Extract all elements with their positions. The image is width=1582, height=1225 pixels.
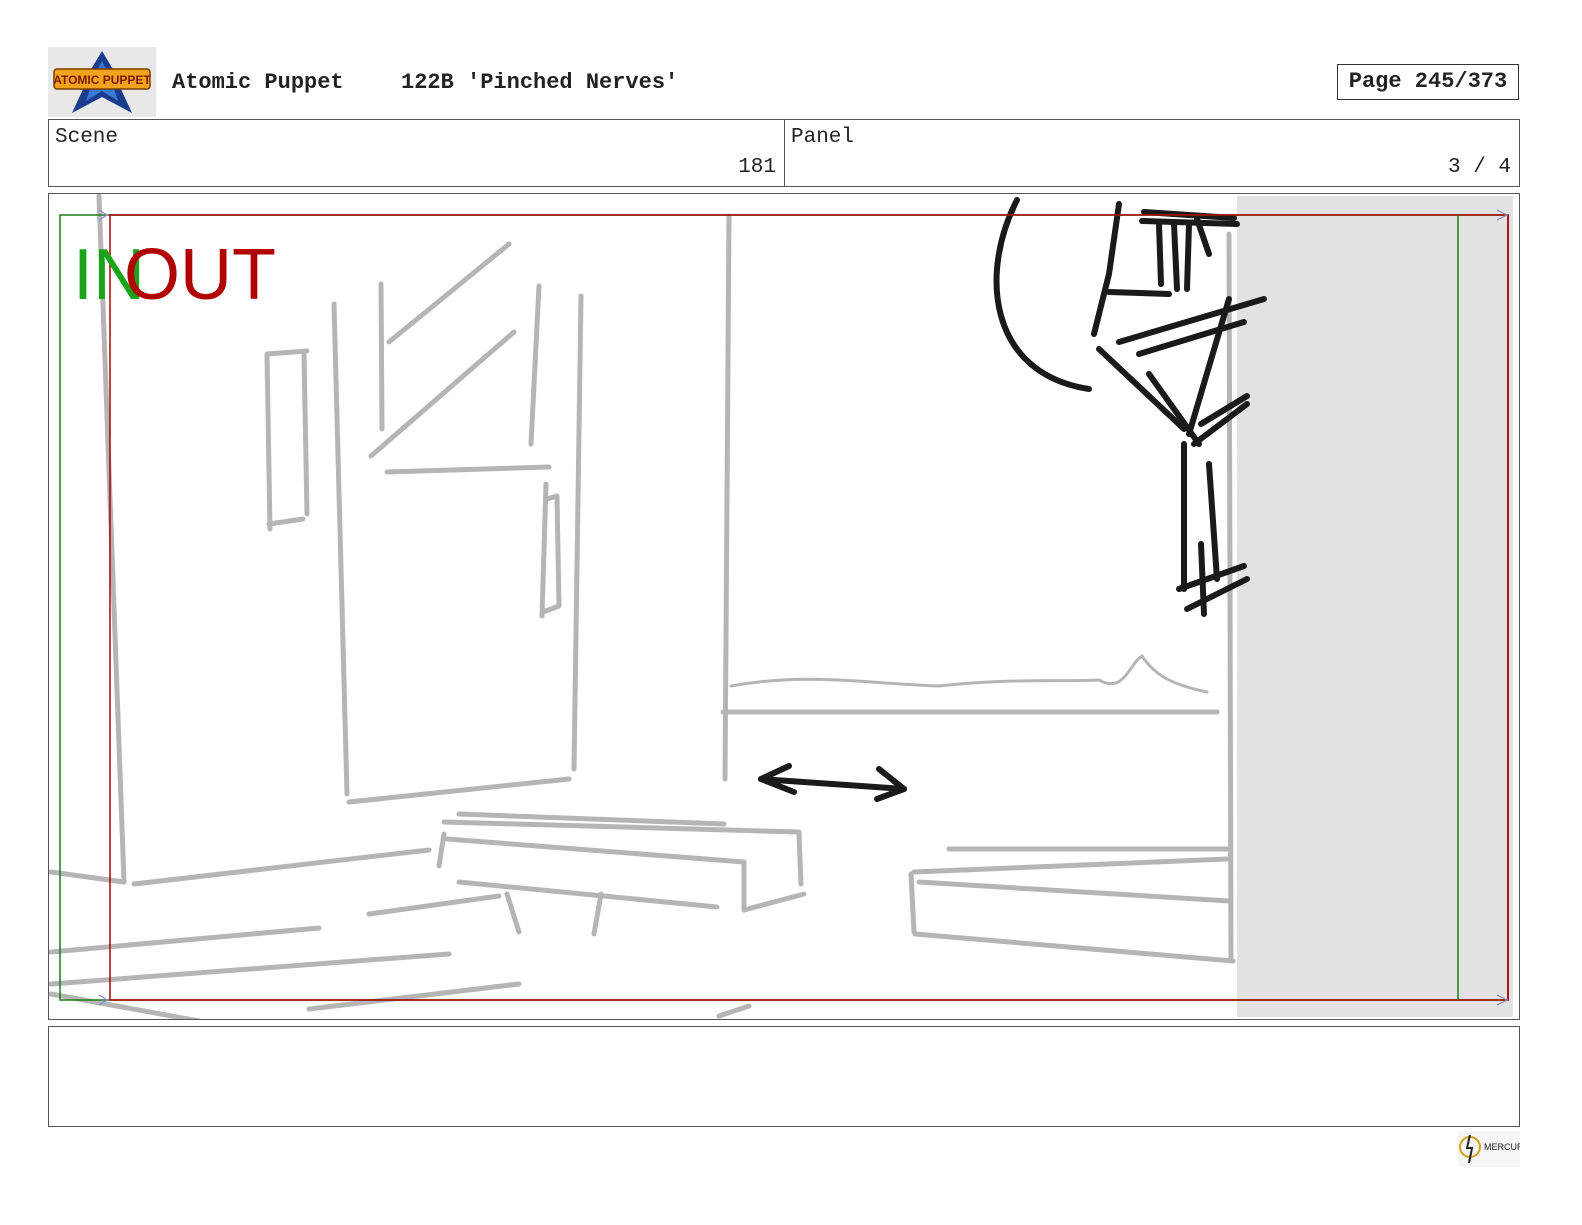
storyboard-panel: IN OUT xyxy=(48,193,1520,1020)
panel-box: Panel 3 / 4 xyxy=(784,119,1520,187)
panel-notes xyxy=(48,1026,1520,1127)
studio-logo-text: MERCURY xyxy=(1484,1142,1520,1152)
offscreen-area xyxy=(1237,196,1513,1017)
studio-logo: MERCURY xyxy=(1458,1131,1529,1167)
episode-title: 122B 'Pinched Nerves' xyxy=(401,70,679,95)
scene-label: Scene xyxy=(55,126,119,149)
background-sketch xyxy=(49,194,1236,1019)
panel-label: Panel xyxy=(791,126,855,149)
panel-drawing: IN OUT xyxy=(49,194,1513,1019)
character-sketch xyxy=(758,197,1267,802)
scene-box: Scene 181 xyxy=(48,119,785,187)
out-label: OUT xyxy=(124,235,276,315)
show-title: Atomic Puppet xyxy=(172,70,344,95)
show-logo: ATOMIC PUPPET xyxy=(48,47,156,117)
logo-text: ATOMIC PUPPET xyxy=(53,73,151,87)
panel-number: 3 / 4 xyxy=(1447,156,1511,179)
scene-number: 181 xyxy=(738,156,776,179)
page-number: Page 245/373 xyxy=(1337,64,1519,100)
